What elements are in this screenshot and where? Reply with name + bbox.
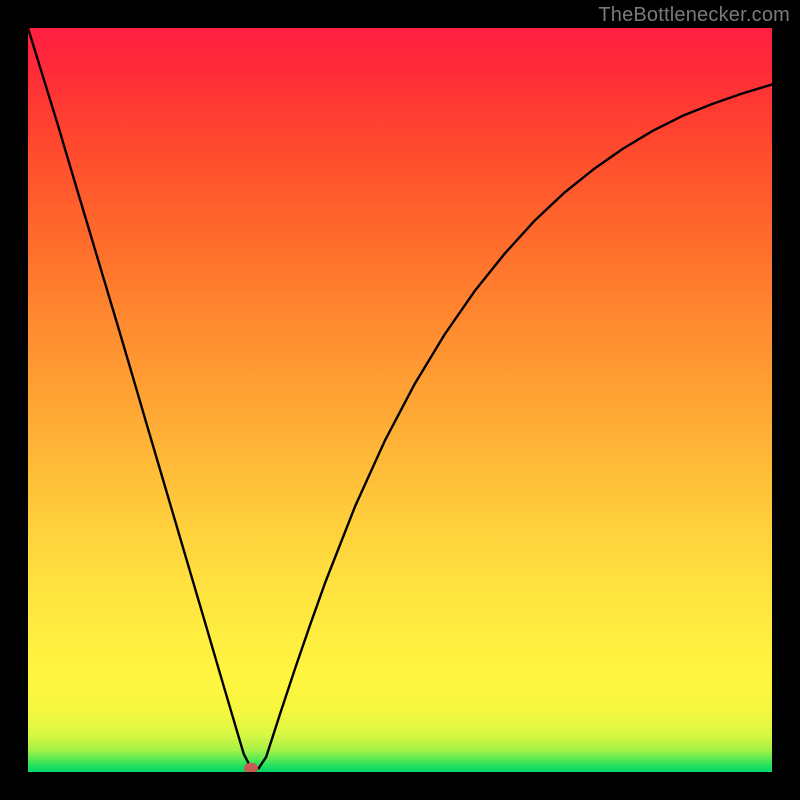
curve-svg	[28, 28, 772, 772]
curve-path	[28, 28, 772, 768]
plot-area	[28, 28, 772, 772]
chart-frame: TheBottlenecker.com	[0, 0, 800, 800]
min-marker	[244, 763, 258, 772]
watermark-text: TheBottlenecker.com	[598, 4, 790, 27]
